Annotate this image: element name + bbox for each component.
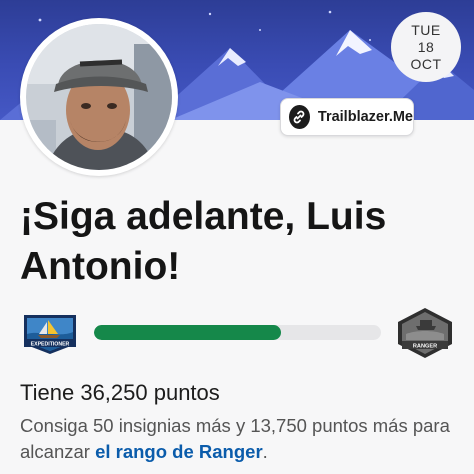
next-rank-description: Consiga 50 insignias más y 13,750 puntos… — [20, 413, 465, 465]
profile-avatar[interactable] — [20, 18, 178, 176]
trailblazer-me-button[interactable]: Trailblazer.Me — [280, 98, 414, 136]
date-badge: TUE 18 OCT — [391, 12, 461, 82]
current-rank-badge[interactable]: EXPEDITIONER — [20, 312, 80, 361]
date-day: 18 — [417, 38, 435, 55]
date-month: OCT — [410, 55, 442, 72]
next-rank-period: . — [262, 441, 268, 462]
rank-progress-bar — [94, 325, 381, 340]
avatar-photo — [26, 24, 172, 170]
trailblazer-me-label: Trailblazer.Me — [317, 109, 413, 125]
next-rank-badge[interactable]: RANGER — [394, 306, 456, 365]
expeditioner-badge-text: EXPEDITIONER — [31, 342, 70, 348]
ranger-rank-link[interactable]: el rango de Ranger — [95, 441, 263, 462]
points-total: Tiene 36,250 puntos — [20, 380, 220, 405]
expeditioner-badge-icon: EXPEDITIONER — [24, 315, 76, 354]
date-weekday: TUE — [411, 21, 441, 38]
ranger-badge-icon: RANGER — [398, 308, 452, 358]
rank-progress-fill — [94, 325, 281, 340]
ranger-badge-text: RANGER — [413, 344, 437, 350]
greeting-headline: ¡Siga adelante, Luis Antonio! — [20, 195, 387, 288]
link-icon — [289, 105, 310, 129]
